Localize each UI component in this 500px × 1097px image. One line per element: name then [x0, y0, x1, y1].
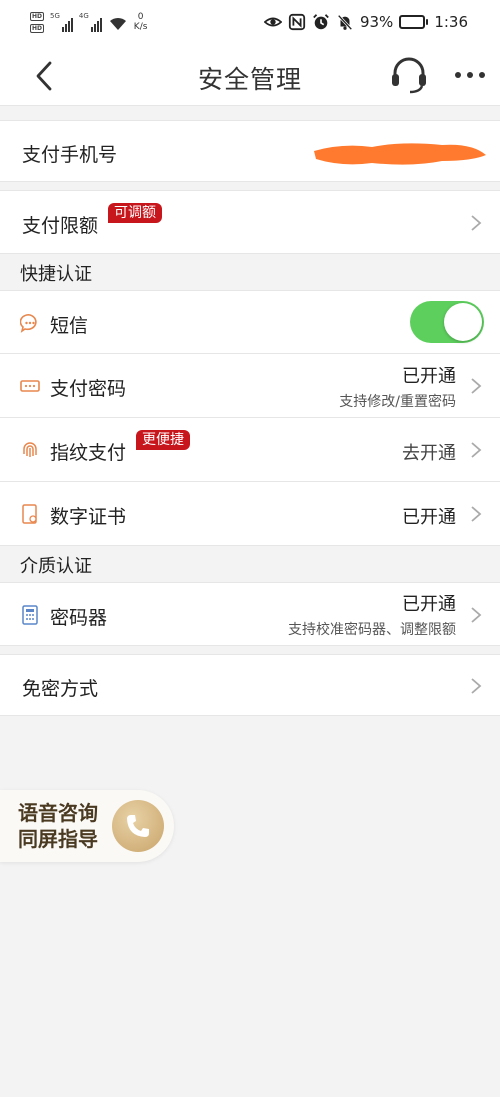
certificate-icon — [22, 504, 37, 524]
more-dots-icon — [455, 72, 485, 78]
mute-bell-icon — [337, 14, 353, 31]
customer-service-button[interactable] — [388, 54, 430, 96]
chat-bubble-icon — [20, 314, 37, 333]
pay-limit-label: 支付限额 — [22, 215, 99, 237]
back-button[interactable] — [28, 58, 64, 94]
token-device-status: 已开通 — [402, 594, 456, 615]
battery-icon — [399, 15, 429, 29]
chevron-right-icon — [471, 442, 482, 458]
digital-cert-status: 已开通 — [402, 507, 456, 528]
more-button[interactable] — [452, 60, 492, 90]
sms-toggle[interactable] — [410, 301, 484, 343]
token-device-hint: 支持校准密码器、调整限额 — [288, 622, 456, 638]
chevron-left-icon — [36, 61, 52, 91]
chevron-right-icon — [471, 506, 482, 522]
phone-call-button[interactable] — [112, 800, 164, 852]
token-device-label: 密码器 — [50, 607, 108, 629]
battery-percent: 93% — [359, 13, 394, 31]
sms-row: 短信 — [0, 290, 500, 354]
fingerprint-pay-row[interactable]: 指纹支付 更便捷 去开通 — [0, 418, 500, 482]
hd-icon: HD — [30, 12, 45, 21]
chevron-right-icon — [471, 215, 482, 231]
nav-bar: 安全管理 — [0, 46, 500, 106]
password-free-row[interactable]: 免密方式 — [0, 654, 500, 716]
token-device-row[interactable]: 密码器 已开通 支持校准密码器、调整限额 — [0, 582, 500, 646]
calculator-token-icon — [22, 605, 38, 625]
section-title-medium-auth: 介质认证 — [20, 556, 92, 577]
fingerprint-pay-label: 指纹支付 — [50, 442, 127, 464]
headset-icon — [392, 57, 426, 94]
pay-phone-label: 支付手机号 — [22, 144, 118, 166]
pay-password-label: 支付密码 — [50, 378, 127, 400]
voice-assist-line2: 同屏指导 — [18, 827, 98, 851]
voice-assist-button[interactable]: 语音咨询 同屏指导 — [0, 790, 174, 862]
more-convenient-badge: 更便捷 — [136, 430, 190, 450]
net-speed-unit: K/s — [133, 22, 148, 32]
pay-password-row[interactable]: 支付密码 已开通 支持修改/重置密码 — [0, 354, 500, 418]
pay-password-hint: 支持修改/重置密码 — [339, 394, 456, 410]
alarm-icon — [313, 14, 329, 30]
signal-5g-icon: 5G — [50, 12, 73, 32]
net-speed: 0 K/s — [134, 12, 148, 32]
hd-indicators: HD HD — [30, 12, 45, 33]
voice-assist-text: 语音咨询 同屏指导 — [18, 800, 98, 852]
password-dots-icon — [20, 380, 40, 392]
chevron-right-icon — [471, 378, 482, 394]
wifi-icon — [109, 17, 126, 30]
digital-cert-label: 数字证书 — [50, 506, 127, 528]
hd-icon: HD — [30, 24, 45, 33]
fingerprint-pay-status: 去开通 — [402, 443, 456, 464]
sms-label: 短信 — [50, 315, 89, 337]
pay-password-status: 已开通 — [402, 366, 456, 387]
voice-assist-line1: 语音咨询 — [18, 801, 98, 825]
chevron-right-icon — [471, 678, 482, 694]
pay-limit-row[interactable]: 支付限额 可调额 — [0, 190, 500, 254]
status-bar: HD HD 5G 4G 0 K/s 93% 1:36 — [0, 0, 500, 46]
nfc-icon — [288, 13, 306, 31]
clock-time: 1:36 — [434, 13, 468, 31]
section-title-quick-auth: 快捷认证 — [20, 264, 92, 285]
toggle-knob — [444, 303, 482, 341]
net-speed-value: 0 — [137, 12, 144, 22]
eye-icon — [263, 17, 282, 27]
chevron-right-icon — [471, 607, 482, 623]
phone-icon — [127, 815, 149, 837]
adjustable-badge: 可调额 — [108, 203, 162, 223]
fingerprint-icon — [23, 442, 37, 457]
password-free-label: 免密方式 — [22, 678, 99, 700]
signal-4g-icon: 4G — [79, 12, 102, 32]
digital-cert-row[interactable]: 数字证书 已开通 — [0, 482, 500, 546]
redacted-phone-number — [314, 143, 486, 165]
